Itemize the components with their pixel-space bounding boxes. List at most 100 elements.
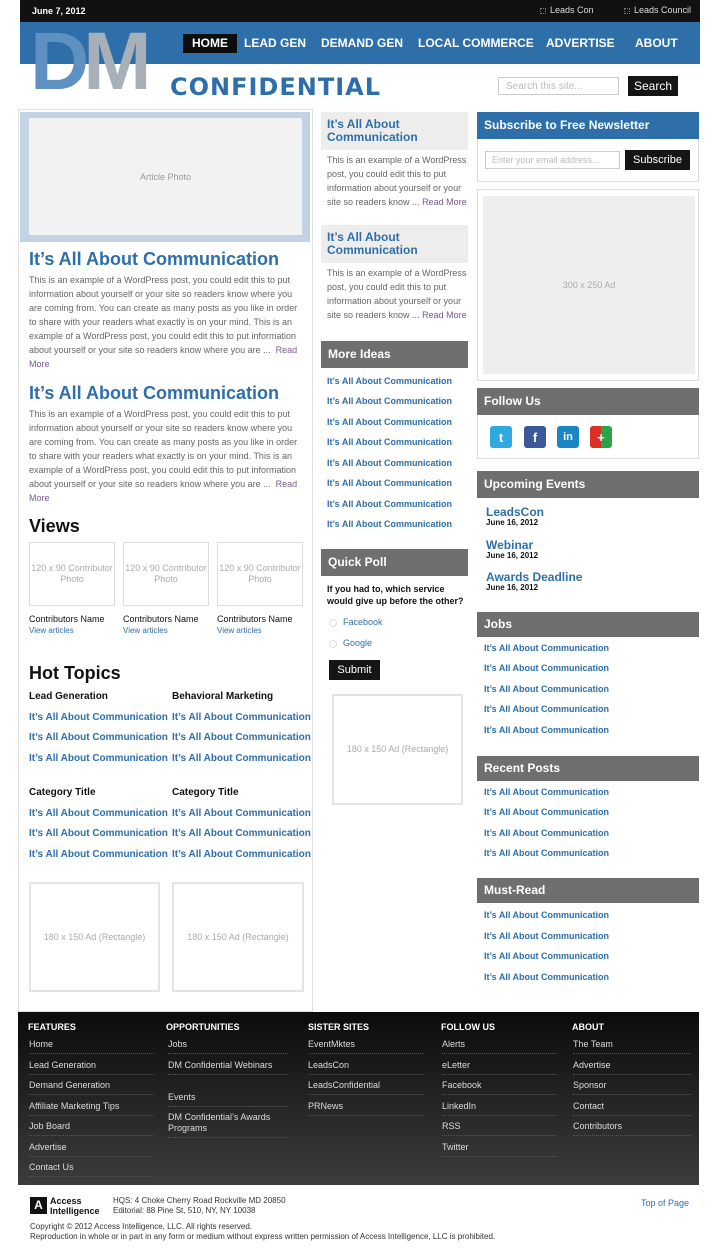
- mid-post-title[interactable]: It’s All About Communication: [327, 118, 452, 144]
- ad-rectangle[interactable]: 180 x 150 Ad (Rectangle): [332, 694, 463, 805]
- nav-home[interactable]: HOME: [183, 34, 237, 53]
- google-plus-icon[interactable]: +: [590, 426, 612, 448]
- logo-confidential[interactable]: CONFIDENTIAL: [170, 73, 381, 101]
- ad-300x250[interactable]: 300 x 250 Ad: [483, 196, 695, 374]
- more-ideas-link[interactable]: It’s All About Communication: [327, 519, 452, 529]
- footer-link[interactable]: Advertise: [573, 1060, 691, 1075]
- topic-link[interactable]: It’s All About Communication: [29, 712, 168, 723]
- view-articles-link[interactable]: View articles: [29, 626, 74, 635]
- topic-link[interactable]: It’s All About Communication: [29, 732, 168, 743]
- topic-link[interactable]: It’s All About Communication: [172, 828, 311, 839]
- footer-link[interactable]: Advertise: [29, 1142, 154, 1157]
- job-link[interactable]: It’s All About Communication: [484, 643, 609, 653]
- must-read-link[interactable]: It’s All About Communication: [484, 951, 609, 961]
- event-name[interactable]: Webinar: [486, 538, 533, 552]
- recent-post-link[interactable]: It’s All About Communication: [484, 848, 609, 858]
- twitter-icon[interactable]: t: [490, 426, 512, 448]
- job-link[interactable]: It’s All About Communication: [484, 725, 609, 735]
- footer-link[interactable]: DM Confidential Webinars: [168, 1060, 288, 1075]
- event-name[interactable]: Awards Deadline: [486, 570, 582, 584]
- more-ideas-link[interactable]: It’s All About Communication: [327, 437, 452, 447]
- job-link[interactable]: It’s All About Communication: [484, 684, 609, 694]
- more-ideas-link[interactable]: It’s All About Communication: [327, 478, 452, 488]
- nav-demand-gen[interactable]: DEMAND GEN: [312, 34, 412, 53]
- logo-dm[interactable]: DM: [30, 21, 152, 103]
- nav-about[interactable]: ABOUT: [626, 34, 687, 53]
- view-articles-link[interactable]: View articles: [123, 626, 168, 635]
- search-input[interactable]: Search this site...: [498, 77, 619, 95]
- footer-link[interactable]: Sponsor: [573, 1080, 691, 1095]
- footer-link[interactable]: Facebook: [442, 1080, 557, 1095]
- poll-option-facebook[interactable]: Facebook: [329, 617, 383, 627]
- top-of-page-link[interactable]: Top of Page: [641, 1198, 689, 1208]
- top-link-leadscon[interactable]: Leads Con: [540, 5, 594, 15]
- top-link-leads-council[interactable]: Leads Council: [624, 5, 691, 15]
- contributor-photo[interactable]: 120 x 90 Contributor Photo: [29, 542, 115, 606]
- footer-link[interactable]: Events: [168, 1092, 288, 1107]
- footer-link[interactable]: eLetter: [442, 1060, 557, 1075]
- topic-link[interactable]: It’s All About Communication: [29, 753, 168, 764]
- nav-lead-gen[interactable]: LEAD GEN: [235, 34, 315, 53]
- job-link[interactable]: It’s All About Communication: [484, 663, 609, 673]
- newsletter-email-input[interactable]: Enter your email address...: [485, 151, 620, 169]
- topic-link[interactable]: It’s All About Communication: [172, 849, 311, 860]
- footer-link[interactable]: Contact: [573, 1101, 691, 1116]
- footer-link[interactable]: Affiliate Marketing Tips: [29, 1101, 154, 1116]
- topic-link[interactable]: It’s All About Communication: [172, 753, 311, 764]
- topic-link[interactable]: It’s All About Communication: [29, 828, 168, 839]
- more-ideas-link[interactable]: It’s All About Communication: [327, 499, 452, 509]
- radio-icon[interactable]: [329, 618, 337, 627]
- poll-option-google[interactable]: Google: [329, 638, 372, 648]
- topic-link[interactable]: It’s All About Communication: [29, 849, 168, 860]
- access-intelligence-logo-icon[interactable]: A: [30, 1197, 47, 1214]
- read-more-link[interactable]: Read More: [422, 197, 467, 207]
- radio-icon[interactable]: [329, 639, 337, 648]
- must-read-link[interactable]: It’s All About Communication: [484, 910, 609, 920]
- topic-link[interactable]: It’s All About Communication: [172, 732, 311, 743]
- recent-post-link[interactable]: It’s All About Communication: [484, 828, 609, 838]
- read-more-link[interactable]: Read More: [422, 310, 467, 320]
- footer-link[interactable]: Demand Generation: [29, 1080, 154, 1095]
- view-articles-link[interactable]: View articles: [217, 626, 262, 635]
- facebook-icon[interactable]: f: [524, 426, 546, 448]
- footer-link[interactable]: Alerts: [442, 1039, 557, 1054]
- recent-post-link[interactable]: It’s All About Communication: [484, 807, 609, 817]
- topic-link[interactable]: It’s All About Communication: [172, 808, 311, 819]
- mid-post-title[interactable]: It’s All About Communication: [327, 231, 452, 257]
- nav-local-commerce[interactable]: LOCAL COMMERCE: [409, 34, 543, 53]
- event-name[interactable]: LeadsCon: [486, 505, 544, 519]
- footer-link[interactable]: Lead Generation: [29, 1060, 154, 1075]
- footer-link[interactable]: Contact Us: [29, 1162, 154, 1177]
- nav-advertise[interactable]: ADVERTISE: [537, 34, 624, 53]
- footer-link[interactable]: Job Board: [29, 1121, 154, 1136]
- article-title[interactable]: It’s All About Communication: [29, 383, 279, 404]
- footer-link[interactable]: Contributors: [573, 1121, 691, 1136]
- linkedin-icon[interactable]: in: [557, 426, 579, 448]
- subscribe-button[interactable]: Subscribe: [625, 150, 690, 170]
- footer-link[interactable]: Twitter: [442, 1142, 557, 1157]
- topic-link[interactable]: It’s All About Communication: [29, 808, 168, 819]
- more-ideas-link[interactable]: It’s All About Communication: [327, 458, 452, 468]
- footer-link[interactable]: The Team: [573, 1039, 691, 1054]
- job-link[interactable]: It’s All About Communication: [484, 704, 609, 714]
- more-ideas-link[interactable]: It’s All About Communication: [327, 396, 452, 406]
- footer-link[interactable]: EventMktes: [308, 1039, 423, 1054]
- ad-rectangle[interactable]: 180 x 150 Ad (Rectangle): [172, 882, 304, 992]
- footer-link[interactable]: RSS: [442, 1121, 557, 1136]
- ad-rectangle[interactable]: 180 x 150 Ad (Rectangle): [29, 882, 160, 992]
- poll-submit-button[interactable]: Submit: [329, 660, 380, 680]
- footer-link[interactable]: Jobs: [168, 1039, 288, 1054]
- footer-link[interactable]: Home: [29, 1039, 154, 1054]
- must-read-link[interactable]: It’s All About Communication: [484, 931, 609, 941]
- footer-link[interactable]: LinkedIn: [442, 1101, 557, 1116]
- footer-link[interactable]: LeadsCon: [308, 1060, 423, 1075]
- footer-link[interactable]: DM Confidential’s Awards Programs: [168, 1112, 288, 1138]
- contributor-photo[interactable]: 120 x 90 Contributor Photo: [217, 542, 303, 606]
- more-ideas-link[interactable]: It’s All About Communication: [327, 417, 452, 427]
- footer-link[interactable]: PRNews: [308, 1101, 423, 1116]
- article-title[interactable]: It’s All About Communication: [29, 249, 279, 270]
- search-button[interactable]: Search: [628, 76, 678, 96]
- topic-link[interactable]: It’s All About Communication: [172, 712, 311, 723]
- must-read-link[interactable]: It’s All About Communication: [484, 972, 609, 982]
- recent-post-link[interactable]: It’s All About Communication: [484, 787, 609, 797]
